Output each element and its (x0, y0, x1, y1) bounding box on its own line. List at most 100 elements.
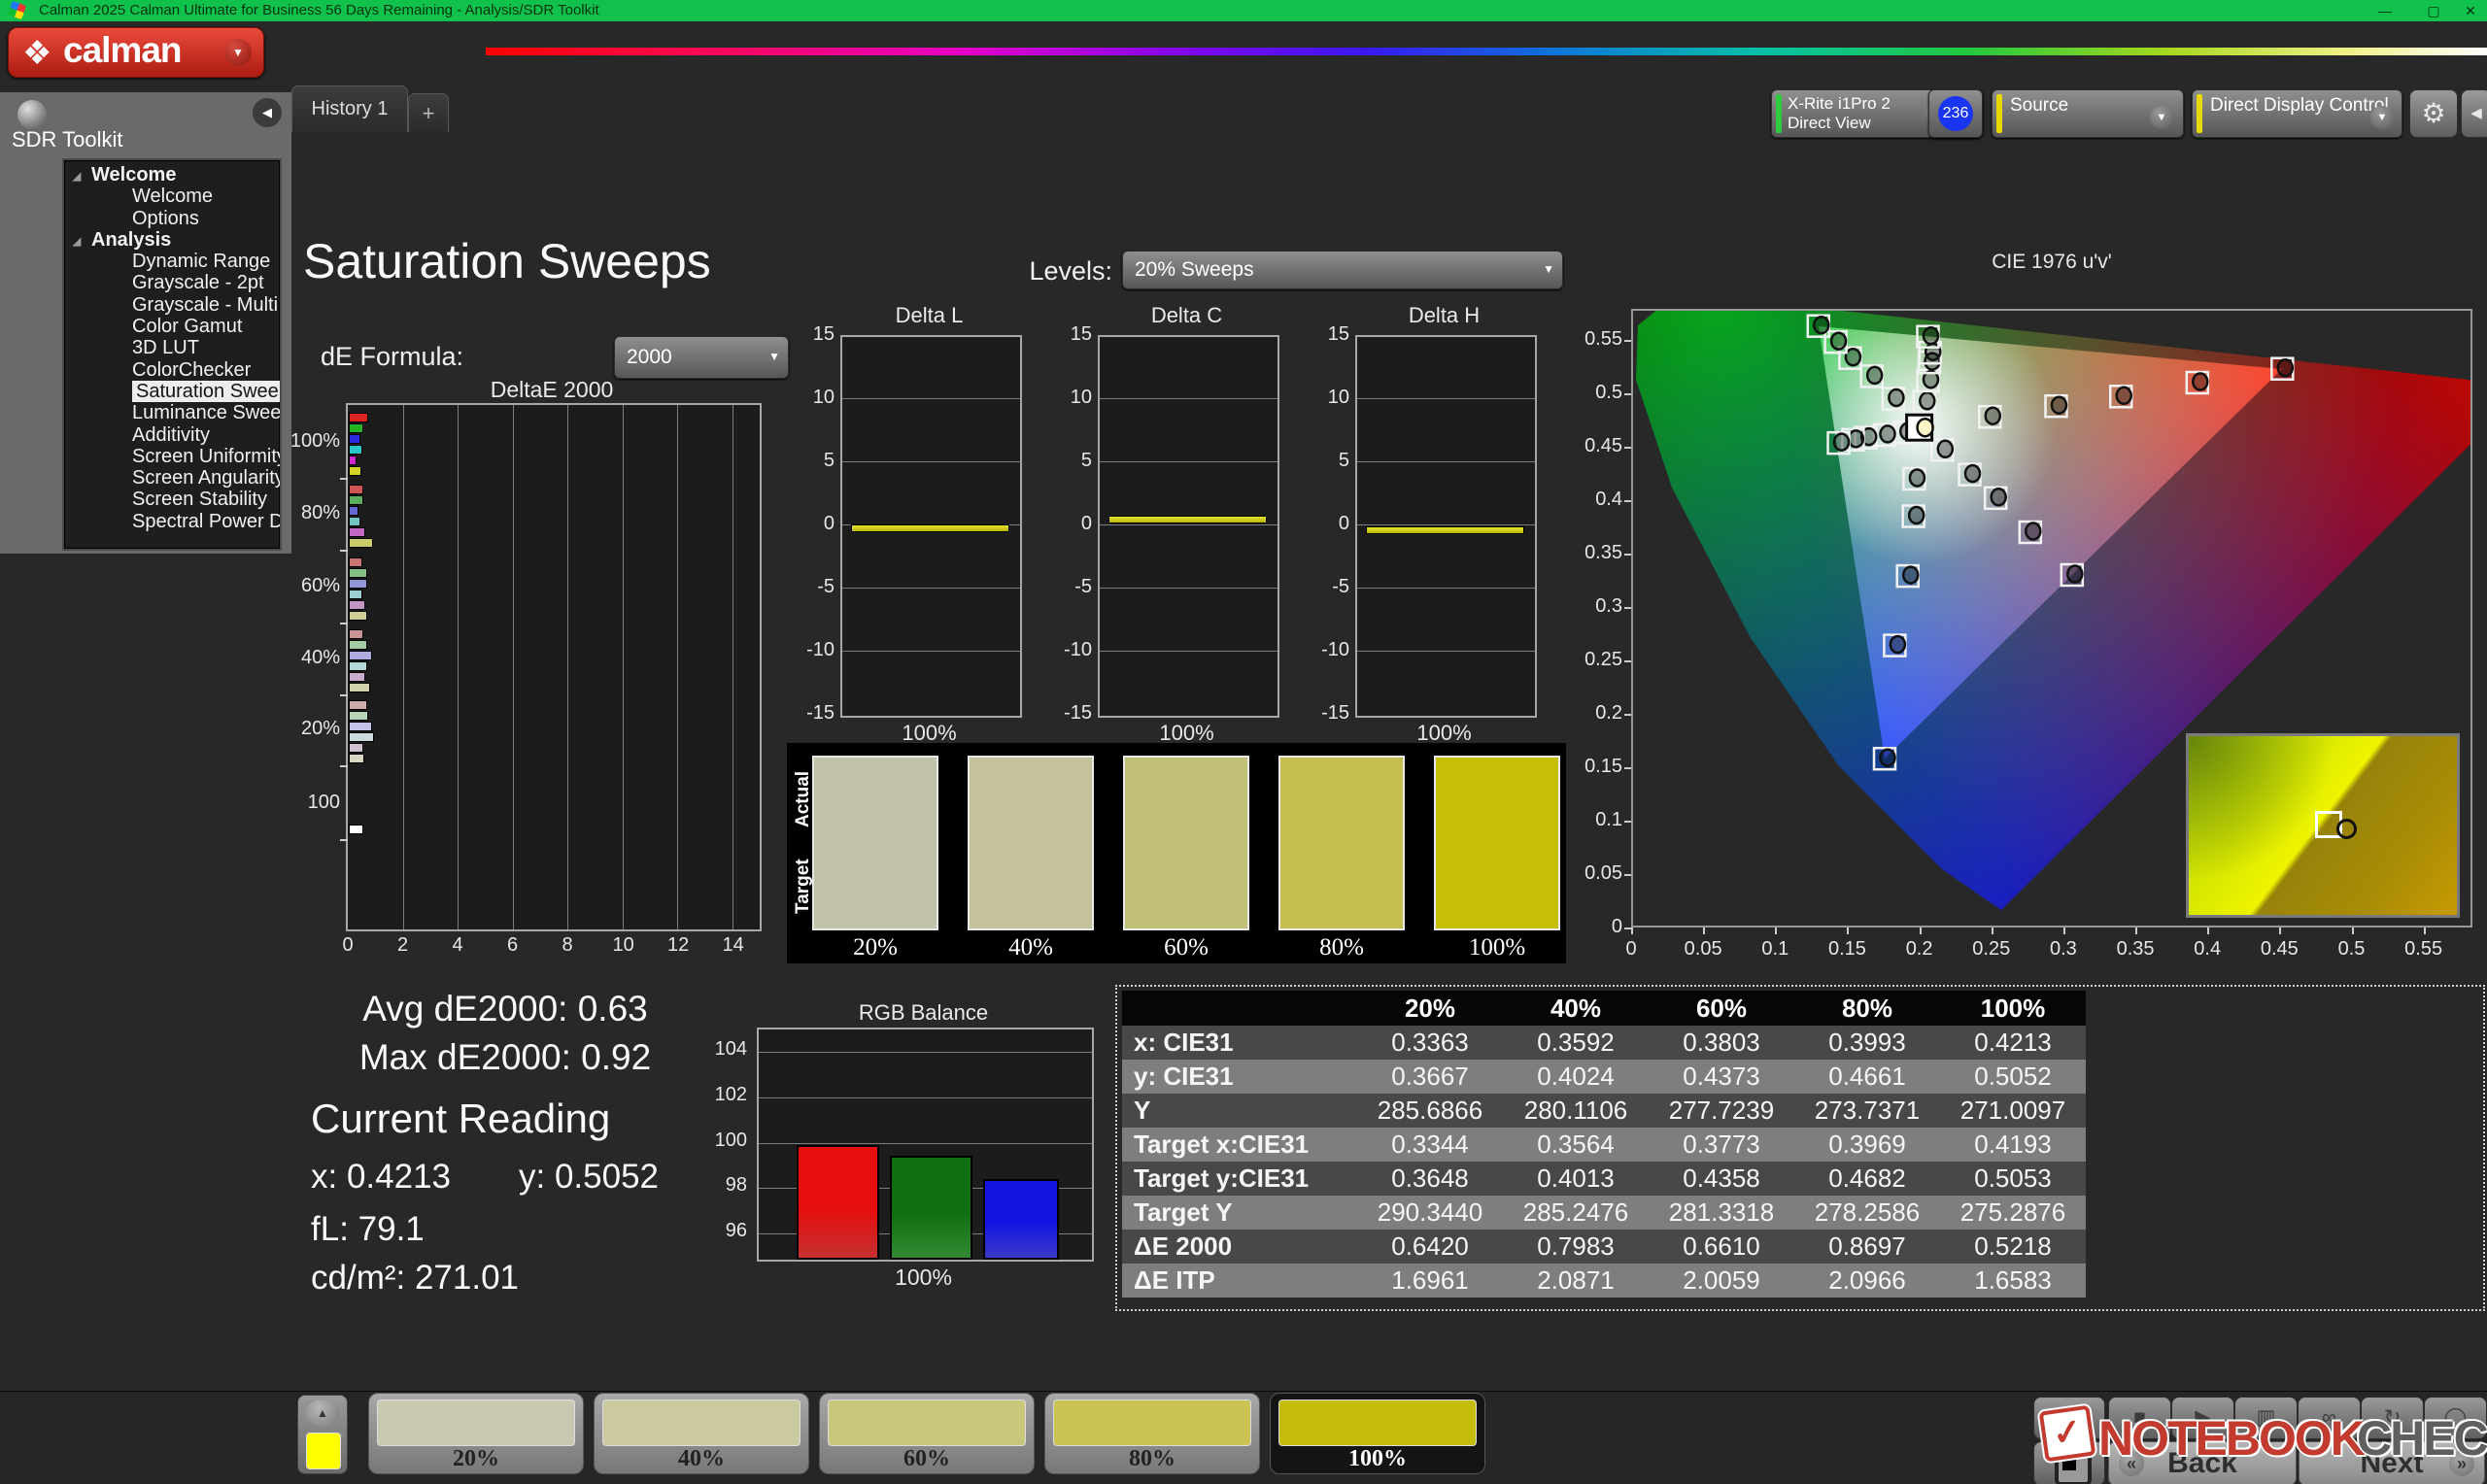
tab-history-1[interactable]: History 1 (291, 85, 408, 132)
tick (340, 765, 348, 767)
measured-point-magenta-4 (2067, 566, 2082, 583)
deltae-bar-40%-0 (349, 629, 363, 639)
delta-chart-title: Delta C (1098, 303, 1276, 328)
table-cell: 0.3667 (1357, 1060, 1503, 1094)
pattern-button-20%[interactable]: 20% (368, 1393, 584, 1474)
tree-item-screen-uniformity[interactable]: Screen Uniformity (64, 446, 280, 467)
back-button[interactable]: « Back (2108, 1441, 2297, 1484)
table-cell: 0.5218 (1940, 1230, 2086, 1264)
delta-y-tick: 5 (794, 450, 835, 472)
pattern-button-100%[interactable]: 100% (1270, 1393, 1485, 1474)
measured-point-green-4 (1814, 317, 1828, 333)
table-row: Target x:CIE310.33440.35640.37730.39690.… (1122, 1128, 2086, 1162)
record-button[interactable]: ◯ (2424, 1397, 2487, 1439)
deltae-x-tick: 12 (667, 934, 687, 957)
continuous-button[interactable]: ∞ (2298, 1397, 2361, 1439)
loop-button[interactable]: ↻ (2361, 1397, 2424, 1439)
deltae-bar-100%-5 (349, 466, 361, 476)
deltae-bar-40%-5 (349, 683, 370, 692)
tree-item-options[interactable]: Options (64, 208, 280, 229)
gridline (677, 405, 678, 929)
tree-item-screen-stability[interactable]: Screen Stability (64, 489, 280, 510)
tree-item-grayscale-2pt[interactable]: Grayscale - 2pt (64, 272, 280, 293)
delta-y-tick: -10 (794, 639, 835, 661)
measured-point-blue-0 (1910, 470, 1925, 487)
settings-button[interactable]: ⚙ (2409, 89, 2458, 138)
tree-item-3d-lut[interactable]: 3D LUT (64, 337, 280, 358)
stop-button[interactable]: ■ (2108, 1397, 2171, 1439)
tree-item-spectral-power-dist-[interactable]: Spectral Power Dist. (64, 511, 280, 532)
delta-y-tick: -10 (1051, 639, 1092, 661)
de-formula-dropdown[interactable]: 2000 ▼ (614, 336, 789, 379)
tick (1624, 767, 1631, 769)
cie-y-tick: 0 (1562, 916, 1622, 938)
measured-point-green-0 (1889, 389, 1903, 406)
play-button[interactable]: ▶ (2171, 1397, 2234, 1439)
pattern-button-80%[interactable]: 80% (1044, 1393, 1260, 1474)
tree-item-screen-angularity[interactable]: Screen Angularity (64, 467, 280, 489)
deltae-bar-40%-3 (349, 661, 367, 671)
tick (1624, 554, 1631, 556)
chart-button[interactable]: ▥ (2234, 1397, 2298, 1439)
next-button[interactable]: Next » (2299, 1441, 2485, 1484)
rgb-y-tick: 96 (675, 1220, 747, 1242)
pattern-button-40%[interactable]: 40% (594, 1393, 809, 1474)
rgb-y-tick: 98 (675, 1174, 747, 1197)
tab-add-button[interactable]: + (408, 93, 449, 132)
collapse-triangle-icon: ◢ (64, 166, 89, 187)
display-control-dropdown[interactable]: Direct Display Control ▼ (2192, 89, 2402, 138)
table-cell: 0.3993 (1794, 1026, 1940, 1060)
tree-item-label: ColorChecker (132, 359, 251, 381)
tree-item-grayscale-multi[interactable]: Grayscale - Multi (64, 294, 280, 316)
tree-item-dynamic-range[interactable]: Dynamic Range (64, 251, 280, 272)
minimize-button[interactable]: — (2370, 0, 2400, 21)
sidebar-orb-button[interactable] (17, 100, 47, 129)
tree-group-welcome[interactable]: ◢Welcome (64, 164, 280, 186)
tree-item-color-gamut[interactable]: Color Gamut (64, 316, 280, 337)
measured-point-magenta-1 (1965, 465, 1980, 482)
pattern-button-label: 40% (595, 1446, 808, 1472)
chevron-down-icon: ▼ (224, 39, 252, 66)
levels-dropdown[interactable]: 20% Sweeps ▼ (1122, 251, 1563, 289)
tree-item-saturation-sweeps[interactable]: Saturation Sweeps (64, 381, 280, 402)
cie-y-tick: 0.15 (1562, 756, 1622, 778)
pattern-color-patch (1053, 1400, 1251, 1446)
maximize-button[interactable]: ▢ (2419, 0, 2448, 21)
sidebar-title: SDR Toolkit (12, 127, 123, 152)
deltae-x-tick: 10 (613, 934, 632, 957)
deltae-bar-100%-1 (349, 423, 363, 433)
sidebar-collapse-icon[interactable]: ◀ (253, 98, 282, 127)
deltae-bar-20%-3 (349, 732, 374, 742)
measured-point-yellow-0 (1920, 392, 1934, 409)
pattern-preview-control[interactable]: ▲ (297, 1395, 348, 1474)
gridline (1357, 524, 1535, 525)
tree-group-analysis[interactable]: ◢Analysis (64, 229, 280, 251)
tick (1847, 928, 1849, 934)
measured-point-cyan-1 (1881, 425, 1895, 442)
tree-item-welcome[interactable]: Welcome (64, 186, 280, 207)
tick (2063, 928, 2065, 934)
tick (340, 623, 348, 624)
table-cell: 0.6420 (1357, 1230, 1503, 1264)
measured-point-red-3 (2193, 374, 2207, 390)
table-row: Target Y290.3440285.2476281.3318278.2586… (1122, 1196, 2086, 1230)
close-button[interactable]: ✕ (2456, 0, 2485, 21)
transport-stop-button[interactable] (2033, 1441, 2105, 1484)
calman-menu-button[interactable]: ❖ calman ▼ (8, 27, 264, 78)
tick (1624, 821, 1631, 823)
tree-item-label: Screen Stability (132, 489, 267, 510)
table-cell: 277.7239 (1649, 1094, 1794, 1128)
panel-collapse-button[interactable]: ◀ (2461, 89, 2487, 138)
table-row-label: ΔE ITP (1122, 1264, 1357, 1298)
table-corner (1122, 991, 1357, 1026)
cie-y-tick: 0.3 (1562, 595, 1622, 618)
source-dropdown[interactable]: Source ▼ (1992, 89, 2184, 138)
tree-item-colorchecker[interactable]: ColorChecker (64, 359, 280, 381)
tree-item-luminance-sweeps[interactable]: Luminance Sweeps (64, 402, 280, 423)
transport-up-button[interactable]: ▲ (2033, 1397, 2105, 1439)
swatch-compare-panel: ActualTarget20%40%60%80%100% (787, 743, 1566, 963)
deltae-bar-100-0 (349, 825, 363, 834)
cie-x-tick: 0.1 (1751, 938, 1799, 961)
tree-item-additivity[interactable]: Additivity (64, 424, 280, 446)
pattern-button-60%[interactable]: 60% (819, 1393, 1035, 1474)
